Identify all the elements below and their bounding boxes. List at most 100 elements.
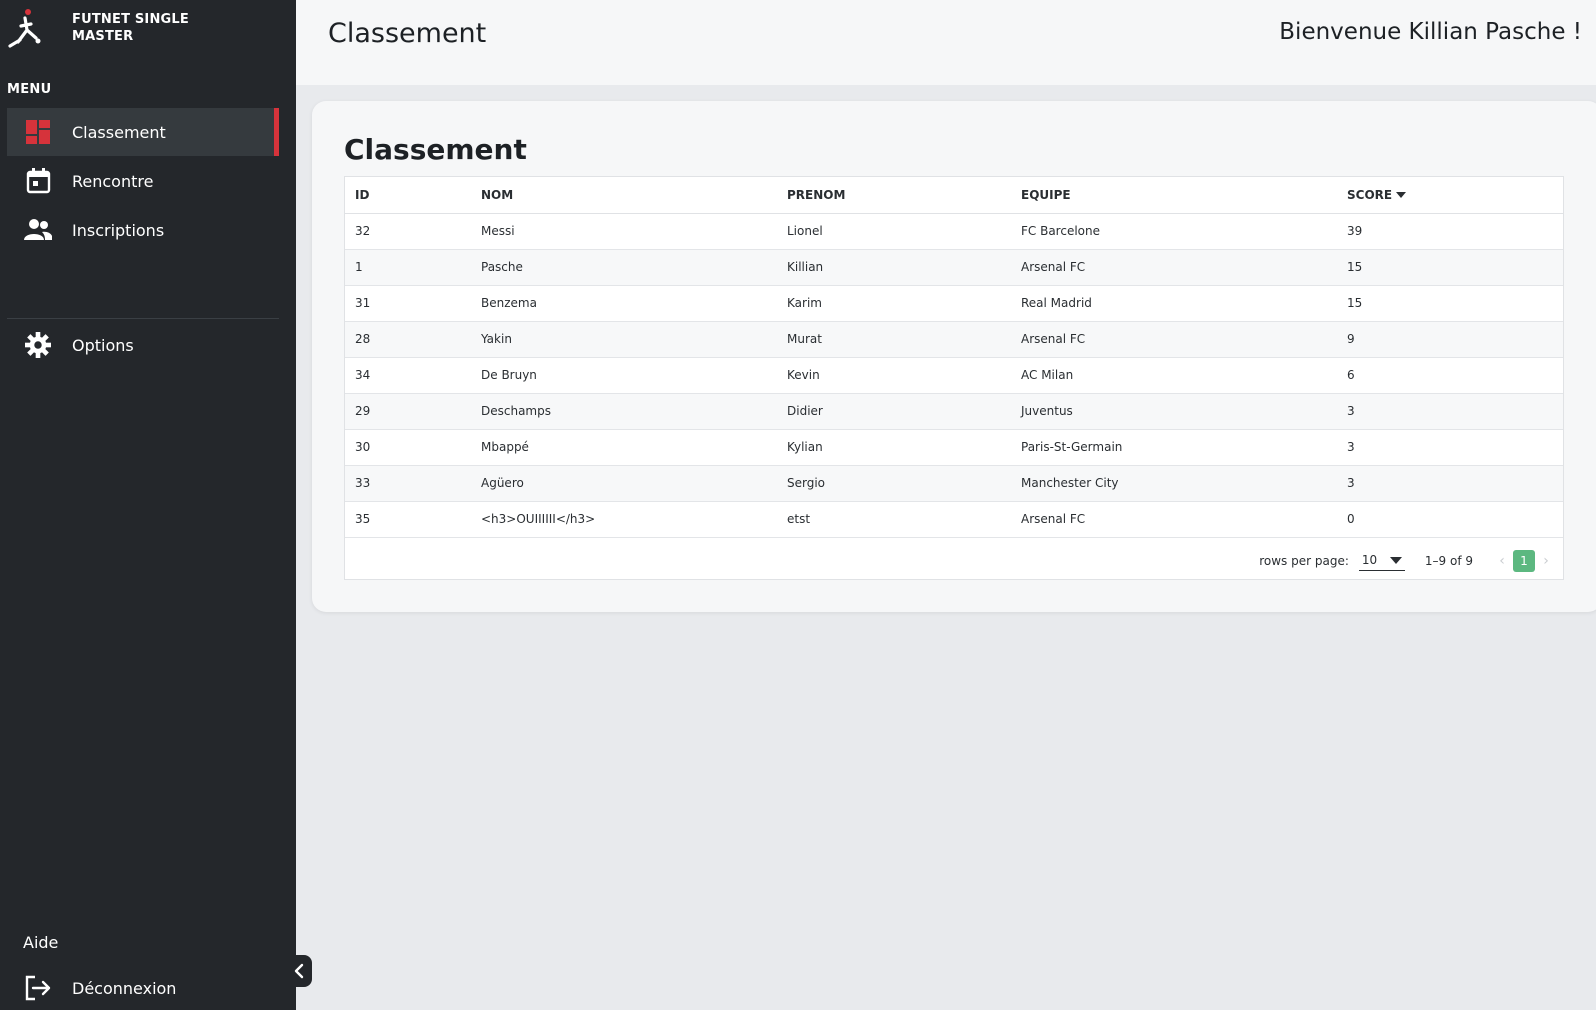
cell-prenom: etst — [777, 501, 1011, 538]
calendar-icon — [26, 168, 51, 194]
cell-id: 33 — [345, 465, 471, 502]
rows-per-page-select[interactable]: 10 — [1358, 551, 1405, 571]
cell-id: 34 — [345, 357, 471, 394]
cell-score: 15 — [1337, 285, 1563, 322]
cell-equipe: Manchester City — [1011, 465, 1337, 502]
cell-id: 30 — [345, 429, 471, 466]
page-button-current[interactable]: 1 — [1513, 549, 1535, 572]
logout-button[interactable]: Déconnexion — [7, 964, 279, 1010]
cell-score: 9 — [1337, 321, 1563, 358]
table-body: 32 Messi Lionel FC Barcelone 39 1 Pasche Killia… — [345, 213, 1563, 538]
cell-equipe: Arsenal FC — [1011, 249, 1337, 286]
cell-nom: Mbappé — [471, 429, 777, 466]
cell-prenom: Kylian — [777, 429, 1011, 466]
cell-id: 1 — [345, 249, 471, 286]
table-row[interactable]: 33 Agüero Sergio Manchester City 3 — [345, 465, 1563, 502]
column-header-equipe[interactable]: EQUIPE — [1011, 177, 1337, 214]
collapse-sidebar-button[interactable] — [285, 955, 312, 987]
sidebar-item-options[interactable]: Options — [7, 321, 279, 369]
sidebar: FUTNET SINGLE MASTER MENU Classement Ren… — [0, 0, 296, 1010]
column-header-id[interactable]: ID — [345, 177, 471, 214]
cell-id: 29 — [345, 393, 471, 430]
sidebar-item-label: Options — [72, 335, 134, 355]
table-row[interactable]: 30 Mbappé Kylian Paris-St-Germain 3 — [345, 429, 1563, 466]
top-bar: Classement Bienvenue Killian Pasche ! — [296, 0, 1596, 85]
cell-equipe: Juventus — [1011, 393, 1337, 430]
cell-prenom: Kevin — [777, 357, 1011, 394]
rows-per-page-label: rows per page: — [1259, 553, 1349, 568]
sidebar-item-label: Classement — [72, 122, 166, 142]
table-row[interactable]: 32 Messi Lionel FC Barcelone 39 — [345, 213, 1563, 250]
cell-equipe: Paris-St-Germain — [1011, 429, 1337, 466]
cell-id: 32 — [345, 213, 471, 250]
cell-prenom: Killian — [777, 249, 1011, 286]
cell-score: 6 — [1337, 357, 1563, 394]
previous-page-button[interactable]: ‹ — [1495, 553, 1509, 569]
table-row[interactable]: 28 Yakin Murat Arsenal FC 9 — [345, 321, 1563, 358]
pagination: rows per page: 10 1–9 of 9 ‹ 1 › — [345, 542, 1563, 579]
gear-icon — [25, 332, 51, 358]
table-row[interactable]: 35 <h3>OUIIIIII</h3> etst Arsenal FC 0 — [345, 501, 1563, 538]
cell-nom: <h3>OUIIIIII</h3> — [471, 501, 777, 538]
cell-equipe: FC Barcelone — [1011, 213, 1337, 250]
table-row[interactable]: 1 Pasche Killian Arsenal FC 15 — [345, 249, 1563, 286]
cell-prenom: Karim — [777, 285, 1011, 322]
cell-score: 39 — [1337, 213, 1563, 250]
cell-score: 3 — [1337, 429, 1563, 466]
cell-prenom: Lionel — [777, 213, 1011, 250]
footballer-logo-icon — [8, 9, 41, 48]
cell-equipe: Real Madrid — [1011, 285, 1337, 322]
ranking-card: Classement ID NOM PRENOM EQUIPE SCORE 32… — [312, 101, 1596, 612]
sidebar-item-label: Rencontre — [72, 171, 154, 191]
logout-label: Déconnexion — [72, 978, 177, 998]
brand-name: FUTNET SINGLE MASTER — [72, 12, 189, 44]
page-range: 1–9 of 9 — [1424, 553, 1473, 568]
table-row[interactable]: 29 Deschamps Didier Juventus 3 — [345, 393, 1563, 430]
cell-nom: Agüero — [471, 465, 777, 502]
column-header-nom[interactable]: NOM — [471, 177, 777, 214]
sort-descending-icon — [1396, 192, 1407, 199]
logout-icon — [25, 975, 51, 1001]
cell-score: 3 — [1337, 465, 1563, 502]
cell-equipe: Arsenal FC — [1011, 321, 1337, 358]
caret-down-icon — [1389, 556, 1402, 564]
cell-score: 15 — [1337, 249, 1563, 286]
cell-nom: Benzema — [471, 285, 777, 322]
sidebar-item-rencontre[interactable]: Rencontre — [7, 157, 279, 205]
cell-prenom: Sergio — [777, 465, 1011, 502]
cell-equipe: Arsenal FC — [1011, 501, 1337, 538]
column-header-score[interactable]: SCORE — [1337, 177, 1563, 214]
table-row[interactable]: 31 Benzema Karim Real Madrid 15 — [345, 285, 1563, 322]
sidebar-item-inscriptions[interactable]: Inscriptions — [7, 206, 279, 254]
cell-nom: Deschamps — [471, 393, 777, 430]
cell-prenom: Murat — [777, 321, 1011, 358]
cell-prenom: Didier — [777, 393, 1011, 430]
page-title: Classement — [328, 18, 487, 49]
cell-nom: Pasche — [471, 249, 777, 286]
cell-nom: Yakin — [471, 321, 777, 358]
ranking-table-container: ID NOM PRENOM EQUIPE SCORE 32 Messi Lionel… — [344, 176, 1564, 580]
sidebar-item-label: Inscriptions — [72, 220, 165, 240]
dashboard-icon — [26, 120, 50, 144]
cell-id: 35 — [345, 501, 471, 538]
table-row[interactable]: 34 De Bruyn Kevin AC Milan 6 — [345, 357, 1563, 394]
help-link[interactable]: Aide — [23, 933, 58, 952]
cell-id: 28 — [345, 321, 471, 358]
cell-score: 0 — [1337, 501, 1563, 538]
sidebar-item-classement[interactable]: Classement — [7, 108, 279, 156]
cell-equipe: AC Milan — [1011, 357, 1337, 394]
chevron-left-icon — [294, 963, 303, 979]
rows-per-page-value: 10 — [1361, 553, 1378, 567]
welcome-message: Bienvenue Killian Pasche ! — [1279, 19, 1582, 45]
brand[interactable]: FUTNET SINGLE MASTER — [6, 8, 189, 52]
next-page-button[interactable]: › — [1539, 553, 1553, 569]
sidebar-divider — [7, 318, 279, 319]
cell-id: 31 — [345, 285, 471, 322]
cell-score: 3 — [1337, 393, 1563, 430]
column-header-prenom[interactable]: PRENOM — [777, 177, 1011, 214]
menu-heading: MENU — [7, 82, 52, 97]
ranking-table: ID NOM PRENOM EQUIPE SCORE 32 Messi Lionel… — [345, 177, 1563, 538]
table-header-row: ID NOM PRENOM EQUIPE SCORE — [345, 177, 1563, 214]
cell-nom: De Bruyn — [471, 357, 777, 394]
card-title: Classement — [344, 133, 527, 166]
